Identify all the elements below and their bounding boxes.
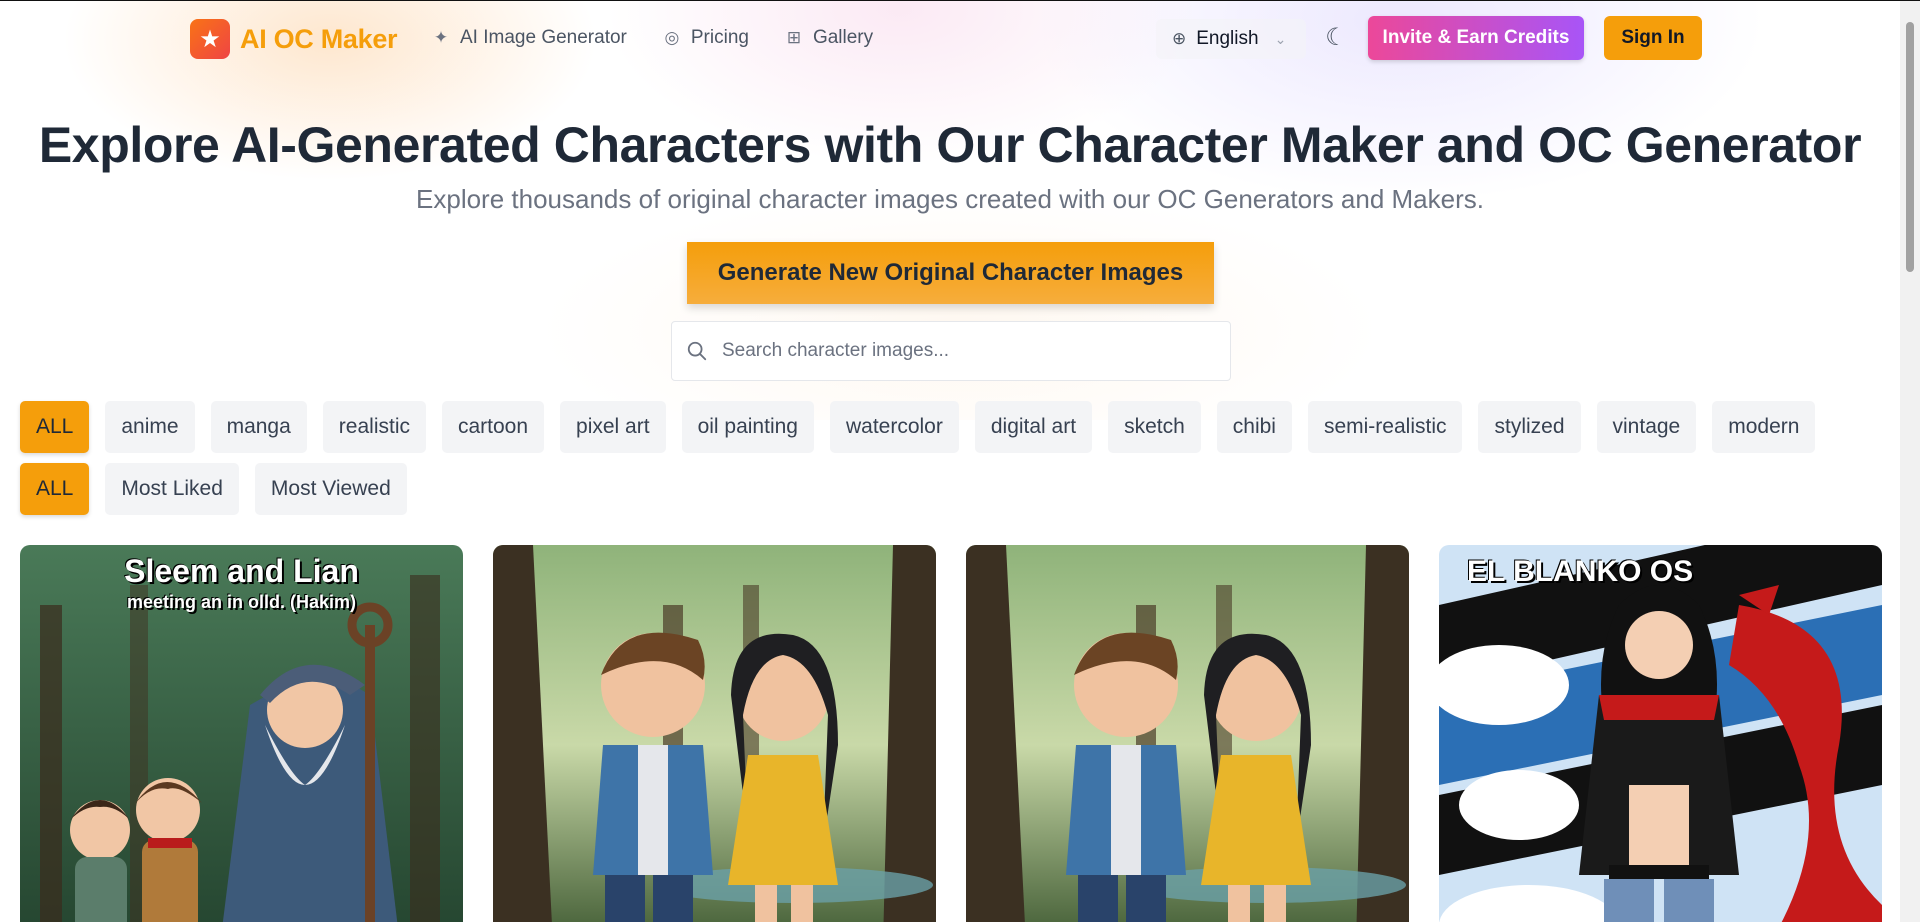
character-image: [1439, 545, 1882, 922]
filter-style-semi-realistic[interactable]: semi-realistic: [1307, 401, 1463, 453]
sparkles-icon: ✦: [433, 28, 449, 47]
nav-gallery[interactable]: ⊞ Gallery: [785, 27, 873, 49]
gallery-card[interactable]: [966, 545, 1409, 922]
sort-filter-bar: ALL Most Liked Most Viewed: [20, 463, 407, 515]
scrollbar-thumb[interactable]: [1906, 22, 1914, 272]
window-top-edge: [0, 0, 1920, 1]
filter-style-anime[interactable]: anime: [105, 401, 195, 453]
language-value: English: [1196, 28, 1259, 49]
filter-sort-most-viewed[interactable]: Most Viewed: [254, 463, 407, 515]
search-icon: [687, 341, 707, 361]
filter-style-cartoon[interactable]: cartoon: [441, 401, 545, 453]
caption-title: Sleem and Lian: [124, 553, 359, 589]
gallery-card[interactable]: EL BLANKO OS: [1439, 545, 1882, 922]
filter-style-stylized[interactable]: stylized: [1478, 401, 1581, 453]
invite-earn-button[interactable]: Invite & Earn Credits: [1368, 16, 1584, 60]
style-filter-bar: ALL anime manga realistic cartoon pixel …: [20, 401, 1816, 453]
caption-title: EL BLANKO OS: [1467, 555, 1694, 588]
nav-label: AI Image Generator: [460, 27, 627, 48]
search-input[interactable]: [722, 340, 1202, 362]
filter-style-realistic[interactable]: realistic: [322, 401, 426, 453]
filter-style-chibi[interactable]: chibi: [1216, 401, 1292, 453]
filter-style-vintage[interactable]: vintage: [1596, 401, 1697, 453]
nav-label: Gallery: [812, 27, 874, 48]
character-image: [966, 545, 1409, 922]
page-subtitle: Explore thousands of original character …: [416, 184, 1484, 214]
filter-style-watercolor[interactable]: watercolor: [829, 401, 959, 453]
nav-pricing[interactable]: ◎ Pricing: [663, 27, 749, 49]
globe-icon: ⊕: [1172, 29, 1187, 48]
chevron-down-icon: ⌄: [1274, 30, 1287, 47]
filter-sort-most-liked[interactable]: Most Liked: [105, 463, 239, 515]
sign-in-button[interactable]: Sign In: [1604, 16, 1702, 60]
filter-style-pixel-art[interactable]: pixel art: [560, 401, 666, 453]
language-select[interactable]: ⊕ English ⌄: [1156, 19, 1306, 59]
page-scrollbar[interactable]: [1900, 0, 1920, 922]
nav-ai-image-generator[interactable]: ✦ AI Image Generator: [432, 27, 627, 49]
coin-icon: ◎: [664, 28, 680, 47]
image-gallery: Sleem and Lian meeting an in olld. (Haki…: [20, 545, 1882, 922]
brand-name: AI OC Maker: [240, 23, 398, 54]
star-icon: ★: [190, 19, 230, 59]
card-caption: EL BLANKO OS: [1439, 555, 1882, 589]
nav-label: Pricing: [690, 27, 749, 48]
page-title: Explore AI-Generated Characters with Our…: [38, 117, 1862, 173]
character-image: [493, 545, 936, 922]
search-box: [671, 321, 1231, 381]
filter-style-manga[interactable]: manga: [210, 401, 307, 453]
filter-sort-all[interactable]: ALL: [20, 463, 90, 515]
main-nav: ✦ AI Image Generator ◎ Pricing ⊞ Gallery: [432, 27, 873, 49]
moon-icon[interactable]: ☾: [1320, 22, 1352, 54]
gallery-card[interactable]: [493, 545, 936, 922]
card-caption: Sleem and Lian meeting an in olld. (Haki…: [20, 553, 463, 613]
caption-subtitle: meeting an in olld. (Hakim): [126, 592, 357, 612]
site-header: ★ AI OC Maker ✦ AI Image Generator ◎ Pri…: [0, 0, 1900, 78]
brand-logo[interactable]: ★ AI OC Maker: [190, 19, 398, 59]
filter-style-digital-art[interactable]: digital art: [974, 401, 1093, 453]
grid-icon: ⊞: [786, 28, 802, 47]
filter-style-all[interactable]: ALL: [20, 401, 90, 453]
gallery-card[interactable]: Sleem and Lian meeting an in olld. (Haki…: [20, 545, 463, 922]
filter-style-sketch[interactable]: sketch: [1108, 401, 1201, 453]
filter-style-oil-painting[interactable]: oil painting: [681, 401, 814, 453]
generate-button[interactable]: Generate New Original Character Images: [687, 242, 1214, 304]
filter-style-modern[interactable]: modern: [1712, 401, 1816, 453]
